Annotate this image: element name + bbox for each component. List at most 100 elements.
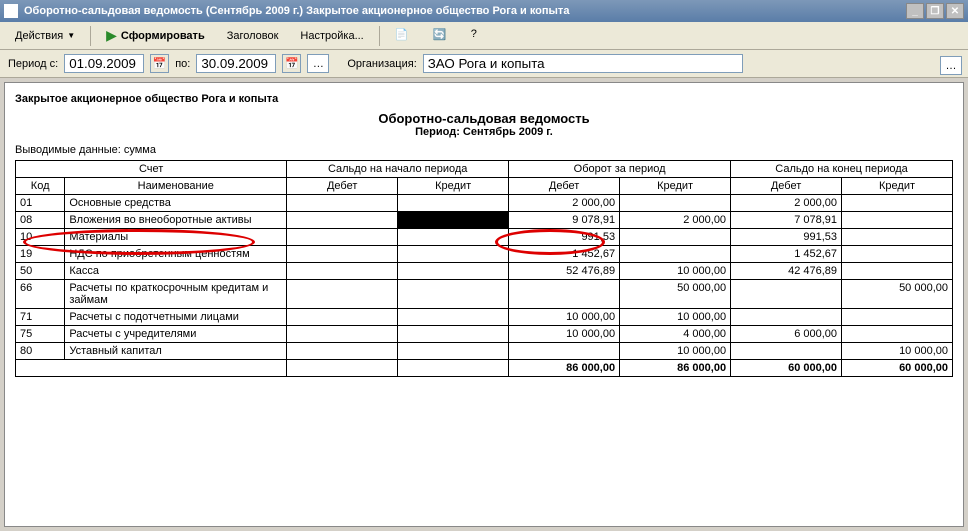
cell-name[interactable]: Материалы [65,229,287,246]
cell-sc[interactable] [398,229,509,246]
cell-sd[interactable] [287,212,398,229]
cell-tc[interactable]: 10 000,00 [620,263,731,280]
org-input[interactable] [423,54,743,73]
cell-code[interactable]: 50 [16,263,65,280]
cell-td[interactable]: 10 000,00 [509,309,620,326]
org-select-button[interactable]: … [940,56,962,75]
settings-button[interactable]: Настройка... [291,26,372,46]
minimize-button[interactable]: _ [906,3,924,19]
cell-name[interactable]: Основные средства [65,195,287,212]
header-button[interactable]: Заголовок [218,26,288,46]
cell-ec[interactable] [842,229,953,246]
cell-ed[interactable]: 6 000,00 [731,326,842,343]
cell-sc[interactable] [398,212,509,229]
cell-ec[interactable] [842,326,953,343]
maximize-button[interactable]: ❐ [926,3,944,19]
period-to-input[interactable] [196,54,276,73]
form-button[interactable]: ▶ Сформировать [97,23,214,48]
cell-sc[interactable] [398,263,509,280]
cell-ec[interactable]: 10 000,00 [842,343,953,360]
cell-name[interactable]: Расчеты с подотчетными лицами [65,309,287,326]
table-row[interactable]: 01Основные средства 2 000,00 2 000,00 [16,195,953,212]
cell-sd[interactable] [287,309,398,326]
cell-ec[interactable]: 50 000,00 [842,280,953,309]
cell-code[interactable]: 80 [16,343,65,360]
cell-sd[interactable] [287,280,398,309]
cell-ed[interactable]: 42 476,89 [731,263,842,280]
cell-td[interactable] [509,343,620,360]
close-button[interactable]: ✕ [946,3,964,19]
cell-ec[interactable] [842,263,953,280]
cell-tc[interactable]: 50 000,00 [620,280,731,309]
cell-ed[interactable] [731,280,842,309]
period-from-input[interactable] [64,54,144,73]
cell-sd[interactable] [287,263,398,280]
cell-sd[interactable] [287,326,398,343]
cell-ec[interactable] [842,212,953,229]
table-row[interactable]: 66Расчеты по краткосрочным кредитам и за… [16,280,953,309]
cell-ed[interactable]: 7 078,91 [731,212,842,229]
cell-ec[interactable] [842,246,953,263]
cell-name[interactable]: Расчеты с учредителями [65,326,287,343]
help-button[interactable]: ? [462,24,496,48]
table-row[interactable]: 19НДС по приобретенным ценностям 1 452,67… [16,246,953,263]
actions-menu[interactable]: Действия ▼ [6,26,84,46]
cell-code[interactable]: 66 [16,280,65,309]
cell-code[interactable]: 19 [16,246,65,263]
cell-sd[interactable] [287,246,398,263]
tool-icon-1[interactable]: 📄 [386,24,420,48]
report-area[interactable]: Закрытое акционерное общество Рога и коп… [0,78,968,531]
cell-tc[interactable] [620,195,731,212]
cell-sc[interactable] [398,280,509,309]
period-from-calendar-button[interactable]: 📅 [150,54,169,73]
cell-td[interactable]: 991,53 [509,229,620,246]
cell-ed[interactable]: 1 452,67 [731,246,842,263]
cell-tc[interactable]: 4 000,00 [620,326,731,343]
cell-ec[interactable] [842,195,953,212]
cell-td[interactable]: 52 476,89 [509,263,620,280]
cell-code[interactable]: 75 [16,326,65,343]
cell-sd[interactable] [287,343,398,360]
period-select-button[interactable]: … [307,54,329,73]
cell-ed[interactable] [731,343,842,360]
cell-name[interactable]: НДС по приобретенным ценностям [65,246,287,263]
cell-td[interactable]: 9 078,91 [509,212,620,229]
period-to-calendar-button[interactable]: 📅 [282,54,301,73]
cell-code[interactable]: 08 [16,212,65,229]
cell-td[interactable]: 1 452,67 [509,246,620,263]
cell-ed[interactable]: 2 000,00 [731,195,842,212]
table-row[interactable]: 50Касса 52 476,8910 000,0042 476,89 [16,263,953,280]
tool-icon-2[interactable]: 🔄 [424,24,458,48]
table-row[interactable]: 71Расчеты с подотчетными лицами 10 000,00… [16,309,953,326]
cell-sc[interactable] [398,309,509,326]
table-row[interactable]: 80Уставный капитал 10 000,00 10 000,00 [16,343,953,360]
cell-tc[interactable] [620,229,731,246]
cell-code[interactable]: 10 [16,229,65,246]
cell-tc[interactable]: 2 000,00 [620,212,731,229]
cell-sd[interactable] [287,195,398,212]
cell-name[interactable]: Уставный капитал [65,343,287,360]
cell-sc[interactable] [398,343,509,360]
cell-td[interactable] [509,280,620,309]
cell-ec[interactable] [842,309,953,326]
table-row[interactable]: 08Вложения во внеоборотные активы 9 078,9… [16,212,953,229]
table-row[interactable]: 10Материалы 991,53 991,53 [16,229,953,246]
report-period: Период: Сентябрь 2009 г. [15,126,953,138]
table-row[interactable]: 75Расчеты с учредителями 10 000,004 000,0… [16,326,953,343]
cell-name[interactable]: Вложения во внеоборотные активы [65,212,287,229]
cell-sc[interactable] [398,246,509,263]
cell-sd[interactable] [287,229,398,246]
cell-sc[interactable] [398,326,509,343]
cell-code[interactable]: 71 [16,309,65,326]
cell-td[interactable]: 10 000,00 [509,326,620,343]
cell-tc[interactable]: 10 000,00 [620,309,731,326]
cell-name[interactable]: Касса [65,263,287,280]
cell-code[interactable]: 01 [16,195,65,212]
cell-sc[interactable] [398,195,509,212]
cell-name[interactable]: Расчеты по краткосрочным кредитам и займ… [65,280,287,309]
cell-ed[interactable]: 991,53 [731,229,842,246]
cell-tc[interactable]: 10 000,00 [620,343,731,360]
cell-ed[interactable] [731,309,842,326]
cell-td[interactable]: 2 000,00 [509,195,620,212]
cell-tc[interactable] [620,246,731,263]
